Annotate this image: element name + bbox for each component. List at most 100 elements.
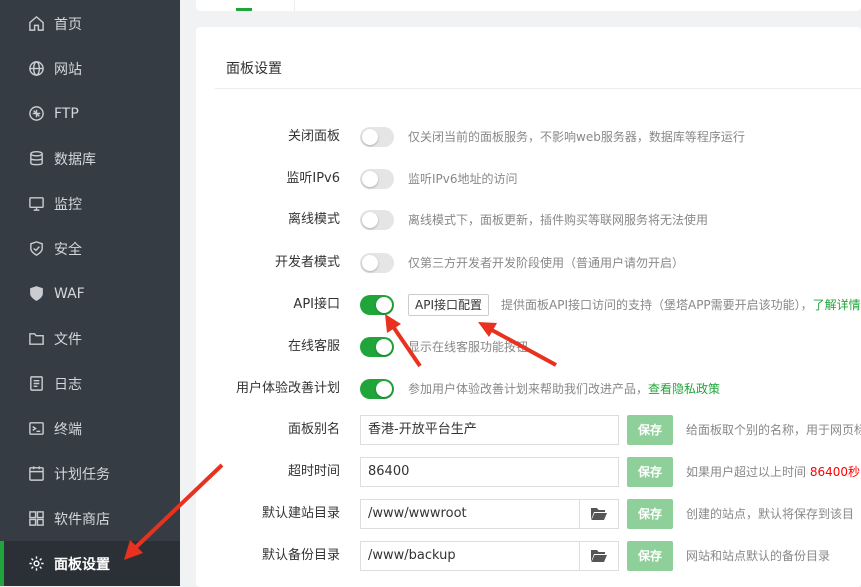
developer-mode-toggle[interactable] <box>360 253 394 273</box>
sidebar-item-store[interactable]: 软件商店 <box>0 496 180 541</box>
setting-row-online-service: 在线客服 显示在线客服功能按钮 <box>196 330 861 364</box>
divider <box>215 88 861 89</box>
setting-label: 面板别名 <box>287 422 340 437</box>
setting-row-developer: 开发者模式 仅第三方开发者开发阶段使用（普通用户请勿开启） <box>196 246 861 280</box>
site-dir-input[interactable]: /www/wwwroot <box>360 499 580 529</box>
sidebar-item-terminal[interactable]: 终端 <box>0 406 180 451</box>
backup-dir-browse-button[interactable] <box>580 541 619 571</box>
save-backup-dir-button[interactable]: 保存 <box>627 541 673 571</box>
sidebar-item-label: 面板设置 <box>54 556 110 573</box>
save-timeout-button[interactable]: 保存 <box>627 457 673 487</box>
terminal-icon <box>27 420 45 438</box>
setting-description: 离线模式下，面板更新，插件购买等联网服务将无法使用 <box>408 213 709 227</box>
sidebar-item-monitor[interactable]: 监控 <box>0 181 180 226</box>
sidebar-item-label: 安全 <box>54 241 82 258</box>
monitor-icon <box>27 195 45 213</box>
shield-icon <box>27 285 45 303</box>
close-panel-toggle[interactable] <box>360 127 394 147</box>
setting-row-api: API接口 API接口配置 提供面板API接口访问的支持（堡塔APP需要开启该功… <box>196 288 861 322</box>
setting-row-timeout: 超时时间 86400 保存 如果用户超过以上时间 86400秒, <box>196 457 861 491</box>
sidebar-item-home[interactable]: 首页 <box>0 1 180 46</box>
setting-label: 默认备份目录 <box>261 548 340 563</box>
setting-label: 超时时间 <box>287 464 340 479</box>
sidebar-item-cron[interactable]: 计划任务 <box>0 451 180 496</box>
gear-icon <box>27 555 45 573</box>
backup-dir-input[interactable]: /www/backup <box>360 541 580 571</box>
sidebar-item-label: 终端 <box>54 421 82 438</box>
setting-description: 创建的站点，默认将保存到该目 <box>686 507 855 521</box>
setting-description: 参加用户体验改善计划来帮助我们改进产品，查看隐私政策 <box>408 372 720 406</box>
sidebar-item-label: 监控 <box>54 196 82 213</box>
toggle-knob <box>376 339 392 355</box>
sidebar-item-ftp[interactable]: FTP <box>0 91 180 136</box>
setting-row-site-dir: 默认建站目录 /www/wwwroot 保存 创建的站点，默认将保存到该目 <box>196 499 861 533</box>
setting-label: 离线模式 <box>287 212 340 227</box>
save-site-dir-button[interactable]: 保存 <box>627 499 673 529</box>
api-config-button[interactable]: API接口配置 <box>408 294 489 316</box>
privacy-policy-link[interactable]: 查看隐私政策 <box>648 382 720 396</box>
sidebar-item-files[interactable]: 文件 <box>0 316 180 361</box>
online-service-toggle[interactable] <box>360 337 394 357</box>
top-tabs-card <box>196 0 861 11</box>
learn-more-link[interactable]: 了解详情 <box>813 298 861 312</box>
setting-description: 仅第三方开发者开发阶段使用（普通用户请勿开启） <box>408 256 685 270</box>
setting-description: 如果用户超过以上时间 86400秒, <box>686 455 861 489</box>
api-description-text: 提供面板API接口访问的支持（堡塔APP需要开启该功能）， <box>501 298 813 312</box>
setting-label: 用户体验改善计划 <box>235 381 340 396</box>
setting-description: 提供面板API接口访问的支持（堡塔APP需要开启该功能），了解详情 <box>501 288 861 322</box>
setting-row-ux-program: 用户体验改善计划 参加用户体验改善计划来帮助我们改进产品，查看隐私政策 <box>196 372 861 406</box>
setting-description: 监听IPv6地址的访问 <box>408 172 518 186</box>
setting-label: 开发者模式 <box>274 255 340 270</box>
sidebar-item-waf[interactable]: WAF <box>0 271 180 316</box>
globe-icon <box>27 60 45 78</box>
offline-mode-toggle[interactable] <box>360 210 394 230</box>
settings-card: 面板设置 关闭面板 仅关闭当前的面板服务，不影响web服务器，数据库等程序运行 … <box>196 27 861 587</box>
sidebar-item-label: WAF <box>54 285 85 302</box>
ipv6-toggle[interactable] <box>360 169 394 189</box>
toggle-knob <box>362 129 378 145</box>
sidebar-item-logs[interactable]: 日志 <box>0 361 180 406</box>
sidebar-item-label: 文件 <box>54 331 82 348</box>
sidebar-item-label: 日志 <box>54 376 82 393</box>
sidebar-item-security[interactable]: 安全 <box>0 226 180 271</box>
toggle-knob <box>362 212 378 228</box>
home-icon <box>27 15 45 33</box>
timeout-highlight: 86400秒, <box>809 465 861 479</box>
setting-row-alias: 面板别名 香港-开放平台生产 保存 给面板取个别的名称，用于网页标 <box>196 415 861 449</box>
sidebar-item-label: 首页 <box>54 16 82 33</box>
setting-description: 网站和站点默认的备份目录 <box>686 549 831 563</box>
timeout-description-text: 如果用户超过以上时间 <box>686 465 810 479</box>
toggle-knob <box>362 255 378 271</box>
setting-row-backup-dir: 默认备份目录 /www/backup 保存 网站和站点默认的备份目录 <box>196 541 861 575</box>
setting-label: 默认建站目录 <box>261 506 340 521</box>
sidebar: 首页 网站 FTP 数据库 监控 安全 WAF 文件 日志 终端 计划任务 软件… <box>0 0 180 586</box>
toggle-knob <box>376 297 392 313</box>
toggle-knob <box>362 171 378 187</box>
ux-program-toggle[interactable] <box>360 379 394 399</box>
sidebar-item-database[interactable]: 数据库 <box>0 136 180 181</box>
sidebar-item-label: FTP <box>54 105 79 122</box>
sidebar-item-website[interactable]: 网站 <box>0 46 180 91</box>
panel-alias-input[interactable]: 香港-开放平台生产 <box>360 415 619 445</box>
setting-label: API接口 <box>293 297 340 312</box>
active-tab-indicator <box>236 8 252 11</box>
page-title: 面板设置 <box>226 61 282 77</box>
ux-description-text: 参加用户体验改善计划来帮助我们改进产品， <box>408 382 649 396</box>
folder-icon <box>27 330 45 348</box>
database-icon <box>27 150 45 168</box>
tab-separator <box>294 0 295 11</box>
api-toggle[interactable] <box>360 295 394 315</box>
shield-check-icon <box>27 240 45 258</box>
sidebar-item-settings[interactable]: 面板设置 <box>0 541 180 586</box>
log-icon <box>27 375 45 393</box>
setting-description: 给面板取个别的名称，用于网页标 <box>686 423 861 437</box>
save-alias-button[interactable]: 保存 <box>627 415 673 445</box>
sidebar-item-label: 计划任务 <box>54 466 110 483</box>
sidebar-item-label: 网站 <box>54 61 82 78</box>
sidebar-item-label: 软件商店 <box>54 511 110 528</box>
ftp-icon <box>27 105 45 123</box>
setting-row-close-panel: 关闭面板 仅关闭当前的面板服务，不影响web服务器，数据库等程序运行 <box>196 120 861 154</box>
folder-open-icon <box>591 550 607 562</box>
timeout-input[interactable]: 86400 <box>360 457 619 487</box>
site-dir-browse-button[interactable] <box>580 499 619 529</box>
